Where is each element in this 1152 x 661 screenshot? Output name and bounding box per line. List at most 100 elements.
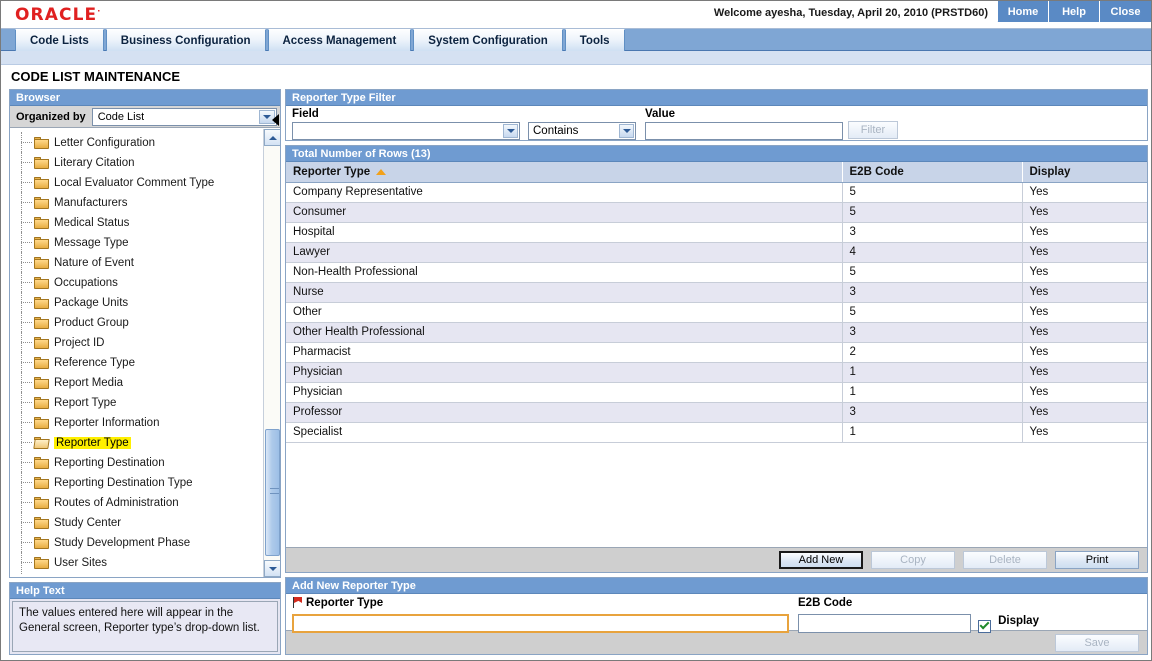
e2b-code-input[interactable] [798, 614, 971, 633]
table-row[interactable]: Company Representative 5 Yes [286, 182, 1147, 203]
column-header-e2b-code[interactable]: E2B Code [842, 162, 1023, 183]
tree-item[interactable]: Reporter Information [10, 412, 263, 434]
chevron-down-icon[interactable] [619, 124, 634, 138]
tree-line [21, 382, 32, 383]
organized-by-label: Organized by [16, 110, 86, 123]
folder-icon [34, 257, 49, 269]
tree-item-label: Report Type [54, 397, 117, 409]
filter-field-select[interactable] [292, 122, 520, 140]
tree-item[interactable]: Study Development Phase [10, 532, 263, 554]
tree-item[interactable]: Reporter Type [10, 432, 263, 454]
filter-button[interactable]: Filter [848, 121, 898, 139]
tree-item[interactable]: Routes of Administration [10, 492, 263, 514]
filter-panel: Reporter Type Filter Field Value Contain… [285, 89, 1148, 141]
tree-item[interactable]: User Sites [10, 552, 263, 574]
table-row[interactable]: Pharmacist 2 Yes [286, 342, 1147, 363]
tree-item[interactable]: Report Type [10, 392, 263, 414]
folder-open-icon [33, 437, 50, 449]
collapse-browser-arrow[interactable] [272, 114, 279, 126]
tree-item[interactable]: Reporting Destination [10, 452, 263, 474]
tree-item-label: Letter Configuration [54, 137, 156, 149]
table-row[interactable]: Hospital 3 Yes [286, 222, 1147, 243]
save-button[interactable]: Save [1055, 633, 1139, 652]
cell-reporter-type: Physician [286, 382, 843, 403]
table-row[interactable]: Physician 1 Yes [286, 382, 1147, 403]
tree-item[interactable]: Nature of Event [10, 252, 263, 274]
add-new-form: Reporter Type E2B Code Display [286, 594, 1147, 633]
table-row[interactable]: Specialist 1 Yes [286, 422, 1147, 443]
tree-line [21, 212, 22, 234]
cell-e2b-code: 5 [842, 182, 1023, 203]
folder-icon [34, 297, 49, 309]
tree-item[interactable]: Literary Citation [10, 152, 263, 174]
tree-item[interactable]: Package Units [10, 292, 263, 314]
table-row[interactable]: Consumer 5 Yes [286, 202, 1147, 223]
table-row[interactable]: Lawyer 4 Yes [286, 242, 1147, 263]
tree-vertical-scrollbar[interactable] [263, 129, 280, 577]
tree-item[interactable]: Report Media [10, 372, 263, 394]
tree-item[interactable]: Occupations [10, 272, 263, 294]
scroll-up-button[interactable] [264, 129, 280, 146]
table-row[interactable]: Professor 3 Yes [286, 402, 1147, 423]
display-checkbox[interactable] [978, 619, 991, 633]
tree-line [21, 372, 22, 394]
folder-icon [34, 517, 49, 529]
add-new-footer: Save [286, 630, 1147, 654]
tab-access-management[interactable]: Access Management [267, 29, 412, 51]
sub-toolbar-strip [1, 51, 1151, 65]
e2b-code-label: E2B Code [798, 597, 853, 609]
home-link[interactable]: Home [998, 1, 1049, 22]
tab-business-configuration[interactable]: Business Configuration [105, 29, 266, 51]
results-grid-panel: Total Number of Rows (13) Reporter Type … [285, 145, 1148, 573]
tree-line [21, 182, 32, 183]
tab-code-lists[interactable]: Code Lists [15, 29, 104, 51]
table-row[interactable]: Physician 1 Yes [286, 362, 1147, 383]
tree-item[interactable]: Letter Configuration [10, 132, 263, 154]
help-link[interactable]: Help [1049, 1, 1100, 22]
tab-system-configuration[interactable]: System Configuration [413, 29, 563, 51]
folder-icon [34, 357, 49, 369]
table-row[interactable]: Non-Health Professional 5 Yes [286, 262, 1147, 283]
filter-operator-select[interactable]: Contains [528, 122, 636, 140]
tree-line [21, 432, 22, 454]
help-text-content: The values entered here will appear in t… [12, 601, 278, 652]
chevron-down-icon[interactable] [503, 124, 518, 138]
scroll-down-button[interactable] [264, 560, 280, 577]
tab-tools[interactable]: Tools [564, 29, 625, 51]
table-row[interactable]: Other Health Professional 3 Yes [286, 322, 1147, 343]
filter-value-input[interactable] [645, 122, 843, 140]
code-list-tree[interactable]: Letter Configuration Literary Citation Loc… [10, 128, 280, 577]
left-column: Browser Organized by Code List Letter Co… [9, 89, 281, 655]
reporter-type-input[interactable] [292, 614, 789, 633]
copy-button[interactable]: Copy [871, 551, 955, 569]
tree-item[interactable]: Local Evaluator Comment Type [10, 172, 263, 194]
tree-items-container: Letter Configuration Literary Citation Loc… [10, 129, 263, 577]
folder-icon [34, 477, 49, 489]
display-checkbox-group[interactable]: Display [978, 615, 1039, 633]
add-new-button[interactable]: Add New [779, 551, 863, 569]
tree-line [21, 502, 32, 503]
tree-item[interactable]: Medical Status [10, 212, 263, 234]
tree-item-label: Routes of Administration [54, 497, 179, 509]
scrollbar-thumb[interactable] [265, 429, 280, 556]
cell-display: Yes [1022, 282, 1147, 303]
tree-item[interactable]: Study Center [10, 512, 263, 534]
delete-button[interactable]: Delete [963, 551, 1047, 569]
print-button[interactable]: Print [1055, 551, 1139, 569]
tree-item[interactable]: Product Group [10, 312, 263, 334]
tree-item[interactable]: Reporting Destination Type [10, 472, 263, 494]
tree-item[interactable]: Manufacturers [10, 192, 263, 214]
tree-item[interactable]: Project ID [10, 332, 263, 354]
cell-e2b-code: 1 [842, 422, 1023, 443]
column-header-reporter-type[interactable]: Reporter Type [286, 162, 843, 183]
tree-item[interactable]: Reference Type [10, 352, 263, 374]
table-row[interactable]: Other 5 Yes [286, 302, 1147, 323]
help-panel-title: Help Text [10, 583, 280, 599]
tree-line [21, 362, 32, 363]
tree-item[interactable]: Message Type [10, 232, 263, 254]
folder-icon [34, 397, 49, 409]
table-row[interactable]: Nurse 3 Yes [286, 282, 1147, 303]
column-header-display[interactable]: Display [1022, 162, 1147, 183]
organized-by-select[interactable]: Code List [91, 107, 277, 126]
close-link[interactable]: Close [1100, 1, 1151, 22]
